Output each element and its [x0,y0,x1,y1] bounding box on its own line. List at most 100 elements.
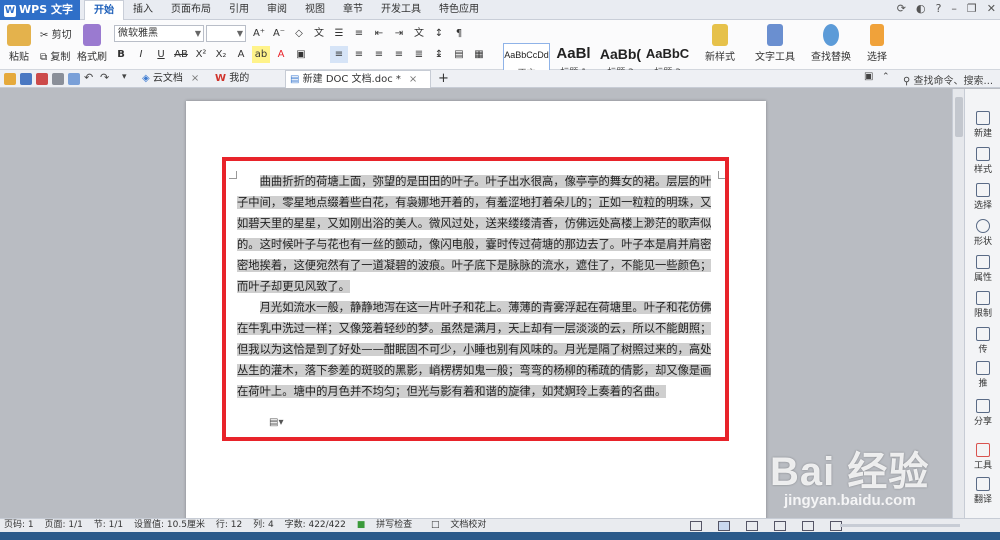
sync-icon[interactable]: ⟳ [897,2,906,15]
open-icon[interactable] [4,73,16,85]
sidebar-item-new[interactable]: 新建 [965,111,1000,139]
redo-icon[interactable]: ↷ [100,71,112,84]
undo-icon[interactable]: ↶ [84,71,96,84]
phonetic-icon[interactable]: 文 [310,25,328,42]
font-color-icon[interactable]: A [272,46,290,63]
sidebar-label: 新建 [973,129,992,139]
sidebar-item-shapes[interactable]: 形状 [965,219,1000,247]
app-menu-button[interactable]: WWPS 文字 ▾ [0,0,80,36]
tab-cloud-docs[interactable]: ◈ 云文档 × [138,70,208,88]
message-icon[interactable]: ▣ [864,71,876,83]
sidebar-item-styles[interactable]: 样式 [965,147,1000,175]
outline-view-icon[interactable] [746,521,758,531]
preview-icon[interactable] [68,73,80,85]
clear-format-icon[interactable]: ◇ [290,25,308,42]
reading-view-icon[interactable] [802,521,814,531]
help-icon[interactable]: ? [936,2,942,15]
zoom-slider[interactable] [840,524,960,527]
restore-icon[interactable]: ❐ [967,2,977,15]
tab-developer[interactable]: 开发工具 [372,0,430,20]
vertical-scrollbar[interactable] [952,89,964,518]
close-icon[interactable]: × [191,73,199,84]
copy-button[interactable]: ⧉ 复制 [40,48,70,63]
sidebar-item-properties[interactable]: 属性 [965,255,1000,283]
chinese-layout-icon[interactable]: 文 [410,25,428,42]
sidebar-item-select[interactable]: 选择 [965,183,1000,211]
numbering-icon[interactable]: ≡ [350,25,368,42]
text-tools-button[interactable]: 文字工具 [752,24,798,63]
web-view-icon[interactable] [774,521,786,531]
save-icon[interactable] [20,73,32,85]
borders-icon[interactable]: ▦ [470,46,488,63]
status-word-count[interactable]: 字数: 422/422 [285,520,346,530]
italic-icon[interactable]: I [132,46,150,63]
underline-icon[interactable]: U [152,46,170,63]
bold-icon[interactable]: B [112,46,130,63]
tab-view[interactable]: 视图 [296,0,334,20]
find-replace-button[interactable]: 查找替换 [808,24,854,63]
chevron-down-icon[interactable]: ▾ [122,72,134,84]
scrollbar-thumb[interactable] [955,97,963,137]
minimize-icon[interactable]: – [951,2,957,15]
spell-check-button[interactable]: ■ 拼写检查 [357,520,420,530]
tab-page-layout[interactable]: 页面布局 [162,0,220,20]
font-size-select[interactable]: ▼ [206,25,246,42]
grow-font-icon[interactable]: A⁺ [250,25,268,42]
collapse-ribbon-icon[interactable]: ⌃ [882,72,894,84]
tab-insert[interactable]: 插入 [124,0,162,20]
sidebar-item-transfer[interactable]: 传 [965,327,1000,355]
print-icon[interactable] [52,73,64,85]
justify-icon[interactable]: ≡ [390,46,408,63]
close-icon[interactable]: ✕ [987,2,996,15]
new-tab-button[interactable]: + [434,70,449,88]
sidebar-item-recommend[interactable]: 推 [965,361,1000,389]
sidebar-item-restrict[interactable]: 限制 [965,291,1000,319]
subscript-icon[interactable]: X₂ [212,46,230,63]
doc-check-button[interactable]: □ 文档校对 [431,520,494,530]
tab-review[interactable]: 审阅 [258,0,296,20]
decrease-indent-icon[interactable]: ⇤ [370,25,388,42]
highlight-icon[interactable]: ab [252,46,270,63]
sidebar-item-tools[interactable]: 工具 [965,443,1000,471]
align-left-icon[interactable]: ≡ [330,46,348,63]
line-spacing-icon[interactable]: ↨ [430,46,448,63]
spell-check-label: 拼写检查 [376,520,413,530]
show-marks-icon[interactable]: ¶ [450,25,468,42]
bullets-icon[interactable]: ☰ [330,25,348,42]
style-sample: AaBl [556,45,591,62]
superscript-icon[interactable]: X² [192,46,210,63]
paste-button[interactable]: 粘贴 [4,24,34,63]
page-view-icon[interactable] [718,521,730,531]
format-painter-button[interactable]: 格式刷 [76,24,108,63]
cut-button[interactable]: ✂ 剪切 [40,26,72,41]
tab-my-wps[interactable]: W 我的WPS× [211,70,283,102]
tab-section[interactable]: 章节 [334,0,372,20]
tab-current-document[interactable]: ▤ 新建 DOC 文档.doc * × [285,70,431,88]
pdf-icon[interactable] [36,73,48,85]
paste-options-icon[interactable]: ▤▾ [269,417,283,428]
tab-features[interactable]: 特色应用 [430,0,488,20]
select-button[interactable]: 选择 [860,24,894,63]
watermark-brand: Bai 经验 [770,450,930,494]
command-search[interactable]: ⚲ 查找命令、搜索... [903,72,993,87]
sort-icon[interactable]: ↕ [430,25,448,42]
tab-home[interactable]: 开始 [84,0,124,20]
watermark-url: jingyan.baidu.com [784,492,916,509]
sidebar-item-translate[interactable]: 翻译 [965,477,1000,505]
new-style-button[interactable]: 新样式 [700,24,740,63]
font-name-select[interactable]: 微软雅黑 ▼ [114,25,204,42]
distribute-icon[interactable]: ≣ [410,46,428,63]
char-shading-icon[interactable]: ▣ [292,46,310,63]
shrink-font-icon[interactable]: A⁻ [270,25,288,42]
shading-icon[interactable]: ▤ [450,46,468,63]
increase-indent-icon[interactable]: ⇥ [390,25,408,42]
tab-references[interactable]: 引用 [220,0,258,20]
align-center-icon[interactable]: ≡ [350,46,368,63]
text-effects-icon[interactable]: A [232,46,250,63]
skin-icon[interactable]: ◐ [916,2,926,15]
strikethrough-icon[interactable]: AB [172,46,190,63]
sidebar-item-share[interactable]: 分享 [965,399,1000,427]
full-screen-icon[interactable] [690,521,702,531]
align-right-icon[interactable]: ≡ [370,46,388,63]
close-icon[interactable]: × [409,74,417,85]
